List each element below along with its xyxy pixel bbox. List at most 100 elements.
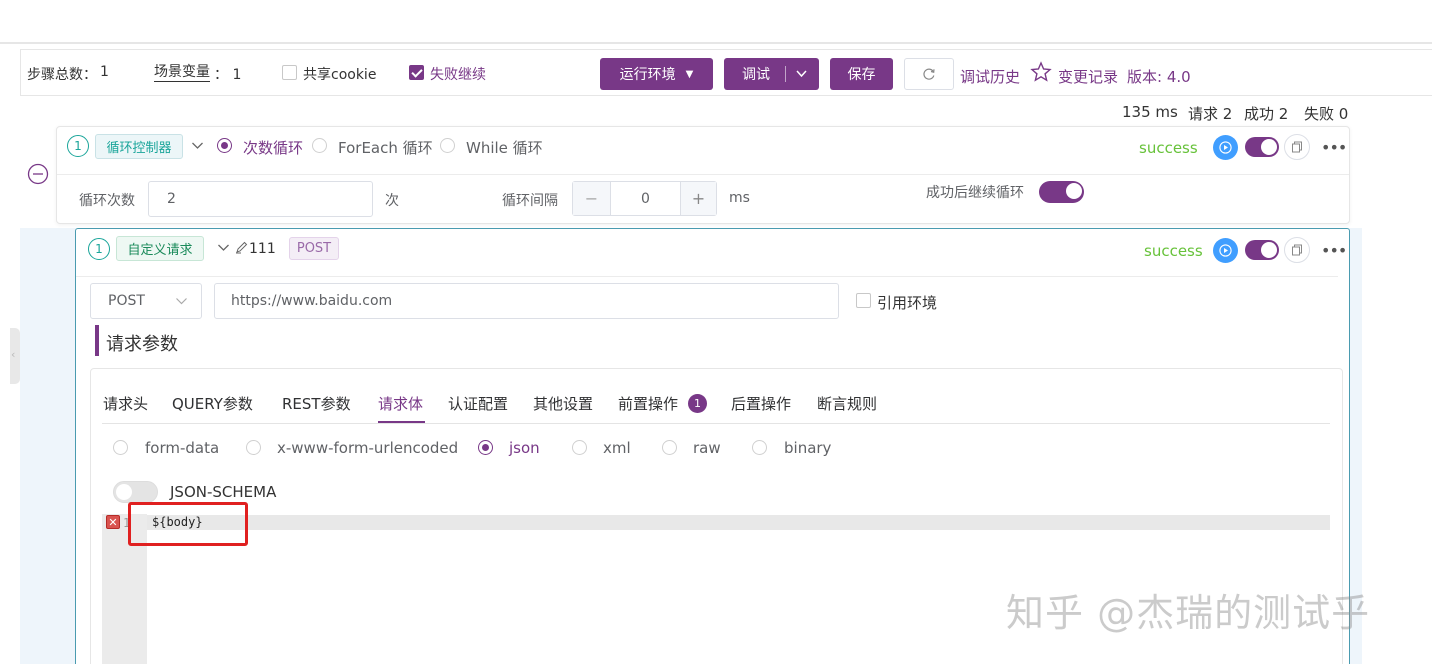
version-label: 版本: 4.0 <box>1127 68 1191 86</box>
url-input[interactable]: https://www.baidu.com <box>214 283 839 319</box>
request-copy-button[interactable] <box>1284 237 1310 263</box>
loop-controller-tag: 循环控制器 <box>95 134 183 159</box>
foreach-label: ForEach 循环 <box>338 139 433 157</box>
tab-rest-params[interactable]: REST参数 <box>282 393 351 414</box>
response-time: 135 ms <box>1122 103 1178 121</box>
use-env-checkbox[interactable] <box>856 293 871 308</box>
side-drawer-handle[interactable]: ‹ <box>10 328 20 384</box>
play-icon <box>1219 141 1232 154</box>
editor-active-line <box>147 515 1330 530</box>
tab-headers[interactable]: 请求头 <box>103 393 148 414</box>
copy-icon <box>1292 244 1302 256</box>
request-name[interactable]: 111 <box>249 241 276 257</box>
url-value: https://www.baidu.com <box>231 293 393 309</box>
urlencoded-radio[interactable] <box>246 440 261 455</box>
refresh-icon <box>923 68 935 80</box>
active-tab-indicator <box>378 421 425 423</box>
loop-interval-unit: ms <box>729 190 750 206</box>
save-label: 保存 <box>847 67 876 83</box>
raw-label: raw <box>693 439 721 457</box>
request-divider <box>76 276 1338 277</box>
debug-history-link[interactable]: 调试历史 <box>960 66 1020 87</box>
tab-assertions[interactable]: 断言规则 <box>817 393 877 414</box>
split-divider <box>785 66 786 82</box>
continue-after-success-toggle[interactable] <box>1039 181 1084 203</box>
loop-interval-value: 0 <box>641 190 650 207</box>
highlight-annotation-box <box>128 502 248 546</box>
foreach-radio[interactable] <box>312 138 327 153</box>
decrease-button[interactable]: − <box>573 182 611 215</box>
urlencoded-label: x-www-form-urlencoded <box>277 439 459 457</box>
scene-variable-link[interactable]: 场景变量 <box>154 64 210 82</box>
section-marker <box>95 325 99 356</box>
step-total-label: 步骤总数： <box>27 67 97 83</box>
run-environment-label: 运行环境 <box>619 67 676 83</box>
section-title: 请求参数 <box>106 334 178 355</box>
share-cookie-checkbox[interactable] <box>282 65 297 80</box>
star-icon[interactable] <box>1030 61 1052 83</box>
json-schema-toggle[interactable] <box>113 481 158 503</box>
loop-copy-button[interactable] <box>1284 134 1310 160</box>
loop-status: success <box>1139 139 1198 157</box>
tab-post-operations[interactable]: 后置操作 <box>731 393 791 414</box>
chevron-down-icon[interactable] <box>795 68 808 80</box>
debug-button[interactable]: 调试 <box>724 58 819 90</box>
binary-label: binary <box>784 439 832 457</box>
json-radio[interactable] <box>478 440 493 455</box>
custom-request-tag: 自定义请求 <box>116 236 204 261</box>
loop-run-button[interactable] <box>1213 135 1238 160</box>
json-label: json <box>509 439 540 457</box>
refresh-button[interactable] <box>904 58 954 90</box>
scene-variable-count: ： 1 <box>214 67 242 83</box>
more-icon[interactable]: ••• <box>1321 138 1347 157</box>
debug-label: 调试 <box>742 67 770 83</box>
tab-pre-operations[interactable]: 前置操作 <box>618 393 678 414</box>
share-cookie-label: 共享cookie <box>303 67 377 83</box>
xml-radio[interactable] <box>572 440 587 455</box>
method-value: POST <box>108 293 145 309</box>
loop-step-index: 1 <box>67 135 89 157</box>
edit-icon[interactable] <box>235 241 248 254</box>
loop-count-input[interactable]: 2 <box>148 181 373 217</box>
caret-down-icon: ▼ <box>685 68 694 80</box>
loop-count-label: 次数循环 <box>243 139 304 157</box>
change-log-link[interactable]: 变更记录 <box>1058 66 1118 87</box>
loop-count-unit: 次 <box>385 193 399 209</box>
request-count: 请求 2 <box>1188 105 1233 123</box>
loop-interval-stepper[interactable]: − 0 + <box>572 181 717 216</box>
request-run-button[interactable] <box>1213 238 1238 263</box>
step-total-value: 1 <box>100 64 109 80</box>
increase-button[interactable]: + <box>680 182 716 215</box>
fail-continue-checkbox[interactable] <box>409 65 424 80</box>
play-icon <box>1219 244 1232 257</box>
loop-divider <box>57 174 1349 175</box>
loop-count-value: 2 <box>167 191 176 207</box>
loop-enable-toggle[interactable] <box>1245 137 1279 157</box>
tab-other-settings[interactable]: 其他设置 <box>533 393 593 414</box>
loop-interval-label: 循环间隔 <box>502 193 558 209</box>
raw-radio[interactable] <box>662 440 677 455</box>
while-radio[interactable] <box>440 138 455 153</box>
save-button[interactable]: 保存 <box>830 58 893 90</box>
form-data-radio[interactable] <box>113 440 128 455</box>
run-environment-button[interactable]: 运行环境 ▼ <box>600 58 713 90</box>
collapse-icon[interactable] <box>27 163 49 185</box>
chevron-down-icon[interactable] <box>217 243 230 253</box>
binary-radio[interactable] <box>752 440 767 455</box>
success-count: 成功 2 <box>1244 105 1289 123</box>
form-data-label: form-data <box>145 439 220 457</box>
method-select[interactable]: POST <box>90 283 202 319</box>
chevron-down-icon[interactable] <box>191 141 204 151</box>
json-schema-label: JSON-SCHEMA <box>170 483 277 501</box>
chevron-left-icon: ‹ <box>11 348 16 361</box>
pre-op-count-badge: 1 <box>688 394 707 413</box>
error-marker-icon[interactable]: ✕ <box>106 515 120 529</box>
tab-query-params[interactable]: QUERY参数 <box>172 393 253 414</box>
top-divider <box>0 42 1432 44</box>
tab-auth[interactable]: 认证配置 <box>448 393 508 414</box>
method-tag: POST <box>289 237 339 260</box>
more-icon[interactable]: ••• <box>1321 241 1347 260</box>
request-enable-toggle[interactable] <box>1245 240 1279 260</box>
tab-body[interactable]: 请求体 <box>378 393 423 414</box>
loop-count-radio[interactable] <box>217 138 232 153</box>
